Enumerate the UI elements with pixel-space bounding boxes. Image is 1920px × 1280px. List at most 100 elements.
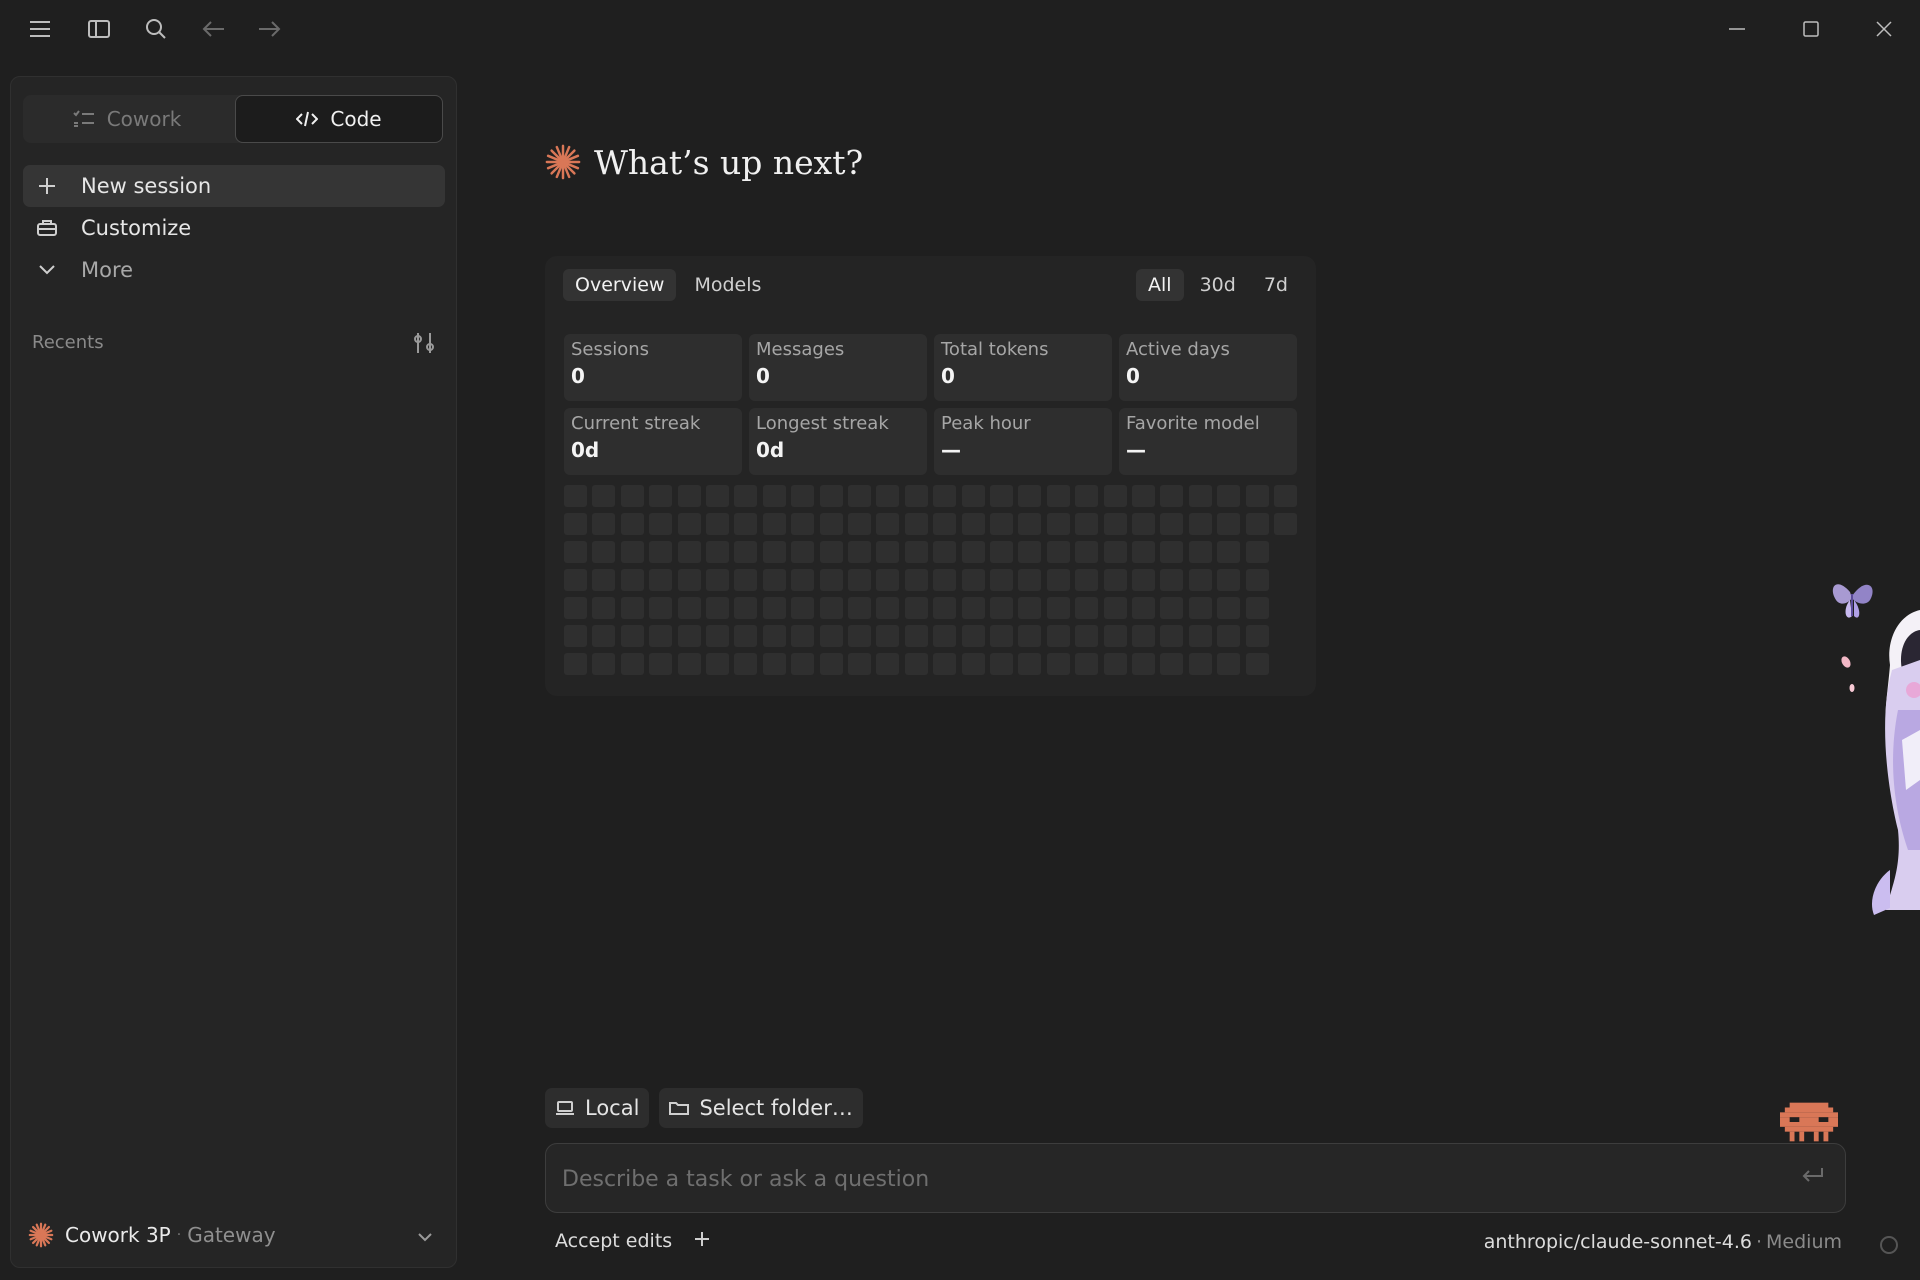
- heatmap-cell: [1160, 541, 1184, 563]
- heatmap-cell: [762, 597, 786, 619]
- heatmap-cell: [1103, 653, 1127, 675]
- heatmap-cell: [848, 597, 871, 619]
- maximize-icon[interactable]: [1796, 14, 1826, 44]
- stat-value: 0: [1126, 364, 1140, 388]
- model-selector[interactable]: anthropic/claude-sonnet-4.6 · Medium: [1484, 1231, 1842, 1253]
- range-all[interactable]: All: [1136, 269, 1184, 301]
- environment-local-chip[interactable]: Local: [545, 1088, 650, 1128]
- tab-models[interactable]: Models: [682, 269, 773, 301]
- heatmap-cell: [734, 513, 758, 535]
- heatmap-cell: [1132, 513, 1155, 535]
- heatmap-cell: [620, 569, 644, 591]
- heatmap-cell: [1274, 513, 1297, 535]
- heatmap-cell: [876, 569, 900, 591]
- heatmap-cell: [1217, 485, 1241, 507]
- heatmap-cell: [762, 541, 786, 563]
- customize-button[interactable]: Customize: [23, 207, 445, 249]
- composer-footer-left: Accept edits: [555, 1230, 710, 1252]
- heatmap-cell: [1245, 653, 1269, 675]
- heatmap-cell: [1132, 597, 1155, 619]
- heatmap-cell: [791, 485, 815, 507]
- heatmap-cell: [1217, 597, 1241, 619]
- filter-sliders-icon[interactable]: [411, 330, 437, 356]
- heatmap-cell: [649, 653, 673, 675]
- context-usage-ring-icon: [1880, 1236, 1898, 1254]
- heatmap-cell: [1188, 569, 1212, 591]
- heatmap-cell: [734, 485, 758, 507]
- heatmap-cell: [904, 541, 928, 563]
- heatmap-cell: [1217, 653, 1241, 675]
- stat-label: Longest streak: [756, 413, 889, 434]
- range-7d[interactable]: 7d: [1252, 269, 1300, 301]
- cowork-mode-button[interactable]: Cowork: [23, 95, 231, 143]
- code-icon: [296, 111, 319, 127]
- heatmap-cell: [1160, 513, 1184, 535]
- heatmap-cell: [620, 485, 644, 507]
- arrow-left-icon[interactable]: [199, 14, 229, 44]
- heatmap-cell: [649, 513, 673, 535]
- stat-label: Messages: [756, 339, 845, 360]
- enter-send-icon[interactable]: [1801, 1166, 1825, 1190]
- heatmap-cell: [990, 597, 1013, 619]
- select-folder-chip[interactable]: Select folder…: [659, 1088, 863, 1128]
- heatmap-cell: [848, 625, 871, 647]
- heatmap-cell: [1188, 485, 1212, 507]
- heatmap-cell: [1217, 541, 1241, 563]
- heatmap-cell: [1075, 625, 1099, 647]
- heatmap-cell: [1046, 513, 1070, 535]
- add-attachment-icon[interactable]: [694, 1230, 710, 1252]
- heatmap-cell: [933, 569, 957, 591]
- accept-edits-toggle[interactable]: Accept edits: [555, 1230, 672, 1252]
- heatmap-cell: [1103, 625, 1127, 647]
- heatmap-cell: [1046, 625, 1070, 647]
- code-mode-label: Code: [330, 107, 382, 131]
- heatmap-cell: [564, 513, 587, 535]
- heatmap-cell: [677, 569, 701, 591]
- sidebar-toggle-icon[interactable]: [84, 14, 114, 44]
- pixel-invader-icon: [1780, 1102, 1838, 1142]
- heatmap-cell: [1245, 625, 1269, 647]
- heatmap-cell: [1245, 597, 1269, 619]
- heatmap-cell: [876, 513, 900, 535]
- heatmap-cell: [734, 569, 758, 591]
- minimize-icon[interactable]: [1722, 14, 1752, 44]
- heatmap-cell: [649, 597, 673, 619]
- hamburger-menu-icon[interactable]: [25, 14, 55, 44]
- heatmap-cell: [592, 513, 616, 535]
- heatmap-cell: [592, 569, 616, 591]
- customize-label: Customize: [81, 216, 192, 240]
- heatmap-cell: [990, 485, 1013, 507]
- range-30d[interactable]: 30d: [1188, 269, 1248, 301]
- heatmap-cell: [677, 625, 701, 647]
- heatmap-cell: [1018, 569, 1042, 591]
- new-session-button[interactable]: New session: [23, 165, 445, 207]
- heatmap-cell: [734, 597, 758, 619]
- activity-heatmap: [564, 485, 1299, 685]
- arrow-right-icon[interactable]: [254, 14, 284, 44]
- close-icon[interactable]: [1869, 14, 1899, 44]
- heatmap-cell: [706, 569, 729, 591]
- heatmap-cell: [1160, 597, 1184, 619]
- heatmap-cell: [1018, 485, 1042, 507]
- heatmap-cell: [620, 625, 644, 647]
- heatmap-cell: [876, 597, 900, 619]
- stat-value: 0d: [756, 438, 785, 462]
- heatmap-cell: [791, 569, 815, 591]
- heatmap-cell: [990, 569, 1013, 591]
- new-session-label: New session: [81, 174, 212, 198]
- heatmap-cell: [819, 541, 843, 563]
- stat-value: —: [1126, 438, 1146, 462]
- more-button[interactable]: More: [23, 249, 445, 291]
- stats-tabs: Overview Models: [563, 269, 773, 301]
- heatmap-cell: [961, 653, 985, 675]
- search-icon[interactable]: [141, 14, 171, 44]
- heatmap-cell: [1217, 625, 1241, 647]
- heatmap-cell: [706, 513, 729, 535]
- account-separator: ·: [176, 1227, 182, 1243]
- account-switcher[interactable]: Cowork 3P · Gateway: [23, 1213, 443, 1257]
- code-mode-button[interactable]: Code: [235, 95, 443, 143]
- prompt-input[interactable]: [560, 1144, 1764, 1214]
- tab-overview[interactable]: Overview: [563, 269, 677, 301]
- heatmap-cell: [1160, 625, 1184, 647]
- heatmap-cell: [1160, 653, 1184, 675]
